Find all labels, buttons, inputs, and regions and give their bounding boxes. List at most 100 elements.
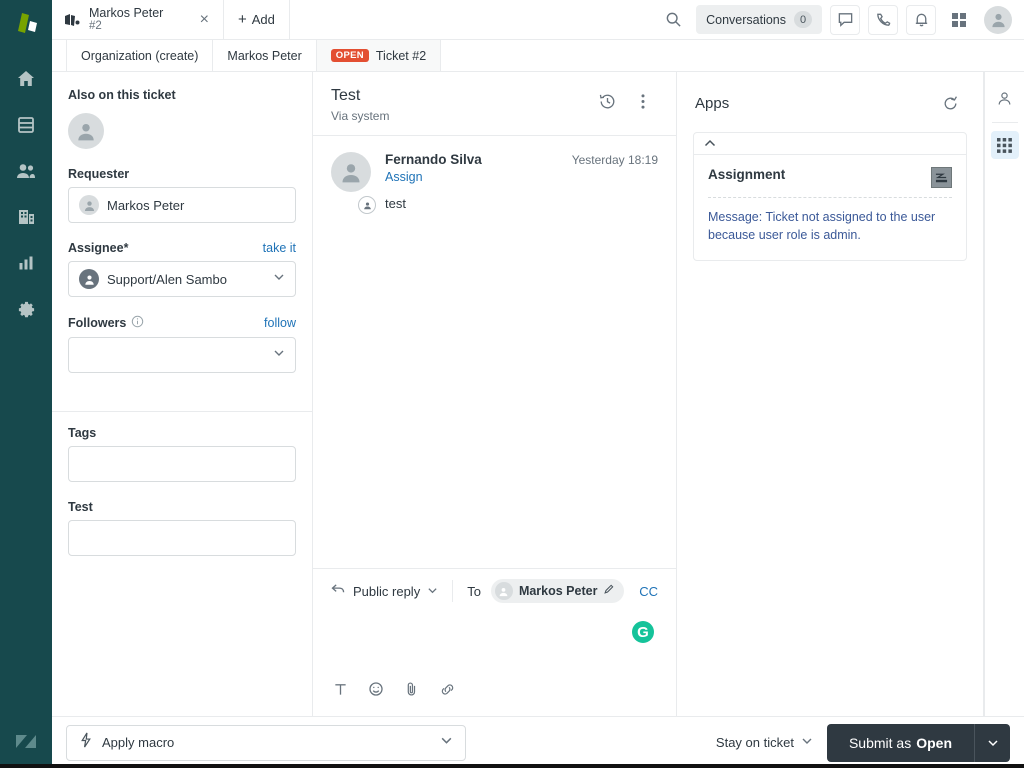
add-tab-label: Add (251, 12, 275, 27)
stay-on-ticket-select[interactable]: Stay on ticket (716, 735, 813, 750)
conversations-label: Conversations (706, 12, 786, 27)
properties-top-section: Also on this ticket Requester Markos Pet… (52, 72, 312, 389)
footer-actions: Stay on ticket Submit as Open (716, 723, 1010, 762)
breadcrumb-label: Markos Peter (227, 48, 302, 63)
properties-bottom-section: Tags Test (52, 412, 312, 572)
clock-history-icon[interactable] (592, 86, 622, 116)
requester-input[interactable]: Markos Peter (68, 187, 296, 223)
tags-input[interactable] (68, 446, 296, 482)
tags-label: Tags (68, 426, 97, 440)
conversation-header: Test Via system (313, 72, 676, 137)
bell-icon[interactable] (906, 4, 936, 35)
assignee-value: Support/Alen Sambo (107, 271, 227, 287)
breadcrumb-item-ticket[interactable]: OPEN Ticket #2 (316, 40, 442, 71)
link-icon[interactable] (439, 682, 456, 702)
text-format-icon[interactable] (333, 682, 348, 702)
assignment-app-icon (931, 167, 952, 188)
breadcrumb-item-organization[interactable]: Organization (create) (66, 40, 214, 71)
chevron-down-icon (273, 270, 285, 288)
assignee-field: Assignee* take it Support/Alen Sambo (68, 241, 296, 297)
rail-divider (991, 122, 1018, 123)
requester-avatar (79, 195, 99, 215)
composer-toolbar (313, 681, 676, 716)
sidebar-item-customers[interactable] (0, 148, 52, 194)
page-title: Test (331, 87, 361, 104)
apps-header: Apps (677, 72, 983, 132)
grammarly-icon[interactable]: G (632, 621, 654, 643)
submit-dropdown-button[interactable] (974, 723, 1010, 762)
edit-pencil-icon[interactable] (603, 582, 615, 600)
reply-composer: Public reply To Markos Peter CC G (313, 568, 676, 716)
apps-grid-icon[interactable] (944, 5, 974, 35)
status-badge: OPEN (330, 48, 369, 63)
composer-header: Public reply To Markos Peter CC (313, 569, 676, 611)
user-profile-icon[interactable] (991, 84, 1019, 112)
recipient-avatar (494, 582, 513, 600)
sidebar-item-views[interactable] (0, 102, 52, 148)
tags-field: Tags (68, 426, 296, 482)
emoji-icon[interactable] (368, 681, 384, 702)
avatar[interactable] (984, 5, 1012, 34)
add-tab-button[interactable]: + Add (224, 0, 290, 39)
tab-subtitle: #2 (89, 20, 102, 33)
ticket-tab[interactable]: Markos Peter #2 × (52, 0, 224, 39)
avatar (331, 152, 371, 193)
info-icon[interactable] (131, 315, 144, 331)
breadcrumb: Organization (create) Markos Peter OPEN … (52, 40, 1024, 72)
comment-body: Fernando Silva Yesterday 18:19 Assign te… (385, 152, 658, 211)
comment-avatar-wrap (331, 152, 376, 215)
test-input[interactable] (68, 520, 296, 556)
chat-icon[interactable] (830, 4, 860, 35)
breadcrumb-label: Ticket #2 (375, 48, 427, 63)
submit-group: Submit as Open (826, 723, 1010, 762)
submit-button[interactable]: Submit as Open (826, 723, 974, 762)
conversation-header-actions (592, 86, 658, 116)
context-icon-rail (984, 72, 1024, 716)
attachment-icon[interactable] (404, 681, 419, 702)
close-icon[interactable]: × (196, 10, 213, 30)
apply-macro-select[interactable]: Apply macro (66, 724, 466, 761)
sidebar-item-admin[interactable] (0, 286, 52, 332)
conversations-button[interactable]: Conversations 0 (696, 5, 822, 34)
zendesk-logo[interactable] (0, 0, 52, 48)
submit-status: Open (916, 734, 952, 751)
also-on-ticket-avatar[interactable] (68, 113, 104, 149)
sidebar-item-home[interactable] (0, 56, 52, 102)
followers-label: Followers (68, 316, 127, 330)
followers-select[interactable] (68, 337, 296, 373)
composer-textarea[interactable]: G (313, 611, 676, 681)
workspace-body: Also on this ticket Requester Markos Pet… (52, 72, 1024, 716)
top-tab-bar: Markos Peter #2 × + Add Conversations 0 (52, 0, 1024, 40)
refresh-icon[interactable] (935, 88, 965, 118)
follow-link[interactable]: follow (264, 316, 296, 330)
channel-select[interactable]: Public reply (331, 583, 452, 599)
assign-link[interactable]: Assign (385, 170, 658, 184)
lightning-icon (79, 732, 93, 753)
requester-field: Requester Markos Peter (68, 167, 296, 223)
chevron-down-icon (440, 734, 453, 752)
cc-link[interactable]: CC (639, 584, 658, 599)
take-it-link[interactable]: take it (263, 241, 296, 255)
also-on-ticket-label: Also on this ticket (68, 88, 176, 102)
search-icon[interactable] (658, 5, 688, 35)
channel-label: Public reply (353, 583, 421, 599)
assignee-select[interactable]: Support/Alen Sambo (68, 261, 296, 297)
apps-grid-icon[interactable] (990, 131, 1019, 159)
nav-items (0, 56, 52, 332)
phone-icon[interactable] (868, 4, 898, 35)
recipient-pill[interactable]: Markos Peter (490, 579, 625, 603)
app-card-body: Assignment Message: Ticket not assigned … (694, 155, 966, 260)
sidebar-item-reporting[interactable] (0, 240, 52, 286)
ticket-properties-panel: Also on this ticket Requester Markos Pet… (52, 72, 313, 716)
sidebar-item-organizations[interactable] (0, 194, 52, 240)
test-label: Test (68, 500, 93, 514)
more-vertical-icon[interactable] (628, 86, 658, 116)
chevron-down-icon (273, 346, 285, 364)
requester-value: Markos Peter (107, 197, 185, 213)
app-collapse-bar[interactable] (694, 133, 966, 155)
zendesk-mark (0, 716, 52, 768)
app-card-title: Assignment (708, 167, 786, 182)
apps-panel: Apps Assignment Message: Ticket not assi… (677, 72, 984, 716)
requester-label: Requester (68, 167, 130, 181)
breadcrumb-item-user[interactable]: Markos Peter (213, 40, 317, 71)
